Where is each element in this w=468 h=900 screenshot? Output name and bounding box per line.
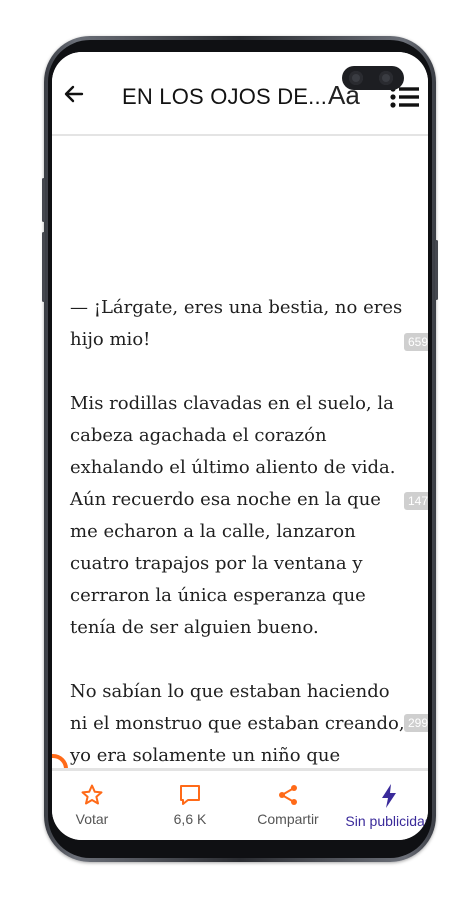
arrow-left-icon[interactable]	[62, 82, 86, 106]
volume-button-2	[42, 232, 45, 302]
paragraph[interactable]: Mis rodillas clavadas en el suelo, la ca…	[70, 388, 410, 644]
inline-comment-count[interactable]: 659	[404, 333, 428, 351]
vote-label: Votar	[75, 811, 109, 827]
paragraph[interactable]: — ¡Lárgate, eres una bestia, no eres hij…	[70, 292, 410, 356]
no-ads-label: Sin publicidad	[345, 813, 428, 829]
no-ads-button[interactable]: Sin publicidad	[339, 783, 428, 829]
story-title: EN LOS OJOS DE...	[122, 84, 328, 109]
star-icon	[81, 784, 103, 805]
bottom-action-bar: Votar 6,6 K Compartir Sin publicidad	[52, 768, 428, 840]
front-camera	[342, 66, 404, 90]
top-app-bar: EN LOS OJOS DE... Aa	[52, 52, 428, 136]
inline-comment-count[interactable]: 299	[404, 714, 428, 732]
lightning-icon	[382, 784, 396, 808]
comments-count-label: 6,6 K	[173, 811, 207, 827]
camera-lens	[349, 71, 363, 85]
comment-icon	[180, 785, 200, 805]
story-text: — ¡Lárgate, eres una bestia, no eres hij…	[70, 292, 410, 836]
vote-button[interactable]: Votar	[52, 783, 137, 827]
camera-lens	[379, 71, 393, 85]
share-label: Compartir	[257, 811, 319, 827]
share-button[interactable]: Compartir	[243, 783, 333, 827]
power-button	[435, 240, 438, 300]
share-icon	[279, 785, 297, 805]
comments-button[interactable]: 6,6 K	[145, 783, 235, 827]
app-screen: EN LOS OJOS DE... Aa — ¡Lárgate, eres un…	[52, 52, 428, 840]
inline-comment-count[interactable]: 147	[404, 492, 428, 510]
volume-button	[42, 178, 45, 222]
